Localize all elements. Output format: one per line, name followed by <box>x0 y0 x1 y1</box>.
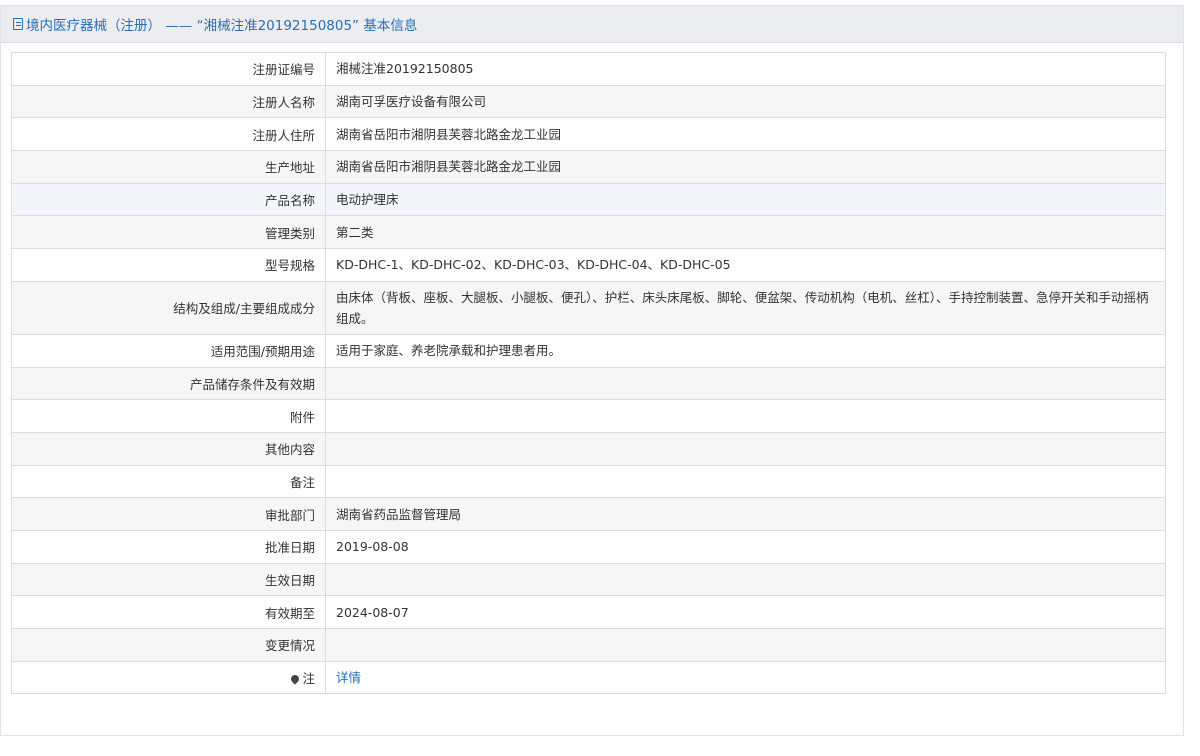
info-table: 注册证编号 湘械注准20192150805 注册人名称 湖南可孚医疗设备有限公司… <box>11 52 1166 695</box>
row-label: 其他内容 <box>11 431 326 466</box>
row-label: 注 <box>11 660 326 695</box>
table-row: 生产地址 湖南省岳阳市湘阴县芙蓉北路金龙工业园 <box>11 150 1166 184</box>
row-label: 结构及组成/主要组成成分 <box>11 280 326 335</box>
panel-header: 境内医疗器械（注册） —— “湘械注准20192150805” 基本信息 <box>1 6 1183 43</box>
row-label: 产品储存条件及有效期 <box>11 366 326 401</box>
row-value: 湖南可孚医疗设备有限公司 <box>325 84 1166 119</box>
table-row: 注册人住所 湖南省岳阳市湘阴县芙蓉北路金龙工业园 <box>11 117 1166 152</box>
row-label: 生效日期 <box>11 562 326 597</box>
row-label: 注册证编号 <box>11 52 326 86</box>
table-row: 型号规格 KD-DHC-1、KD-DHC-02、KD-DHC-03、KD-DHC… <box>11 248 1166 282</box>
row-label: 管理类别 <box>11 215 326 250</box>
table-row: 生效日期 <box>11 562 1166 597</box>
row-value: 电动护理床 <box>325 182 1166 217</box>
table-row: 审批部门 湖南省药品监督管理局 <box>11 497 1166 531</box>
row-value: 适用于家庭、养老院承载和护理患者用。 <box>325 333 1166 368</box>
table-row: 备注 <box>11 464 1166 499</box>
table-row: 变更情况 <box>11 628 1166 662</box>
table-row: 有效期至 2024-08-07 <box>11 595 1166 629</box>
page-title: 境内医疗器械（注册） —— “湘械注准20192150805” 基本信息 <box>26 18 418 34</box>
row-value: 第二类 <box>325 215 1166 250</box>
row-label: 审批部门 <box>11 497 326 531</box>
row-label: 备注 <box>11 464 326 499</box>
row-value: 2019-08-08 <box>325 529 1166 564</box>
table-row: 附件 <box>11 399 1166 433</box>
row-label: 变更情况 <box>11 628 326 662</box>
row-label: 产品名称 <box>11 182 326 217</box>
table-row-note: 注 详情 <box>11 660 1166 695</box>
row-label: 附件 <box>11 399 326 433</box>
table-row: 产品储存条件及有效期 <box>11 366 1166 401</box>
row-value: 详情 <box>325 660 1166 695</box>
document-icon <box>13 18 23 30</box>
pin-icon <box>289 673 302 685</box>
row-value: KD-DHC-1、KD-DHC-02、KD-DHC-03、KD-DHC-04、K… <box>325 248 1166 282</box>
row-label: 批准日期 <box>11 529 326 564</box>
table-row: 批准日期 2019-08-08 <box>11 529 1166 564</box>
row-value: 湘械注准20192150805 <box>325 52 1166 86</box>
row-value: 2024-08-07 <box>325 595 1166 629</box>
row-value <box>325 628 1166 662</box>
table-row: 结构及组成/主要组成成分 由床体（背板、座板、大腿板、小腿板、便孔）、护栏、床头… <box>11 280 1166 335</box>
table-row: 注册证编号 湘械注准20192150805 <box>11 52 1166 86</box>
details-link[interactable]: 详情 <box>336 670 361 685</box>
row-label: 注册人名称 <box>11 84 326 119</box>
row-label: 有效期至 <box>11 595 326 629</box>
row-label: 生产地址 <box>11 150 326 184</box>
row-label: 适用范围/预期用途 <box>11 333 326 368</box>
row-value: 湖南省岳阳市湘阴县芙蓉北路金龙工业园 <box>325 150 1166 184</box>
note-label: 注 <box>302 671 315 687</box>
table-row: 其他内容 <box>11 431 1166 466</box>
row-value <box>325 431 1166 466</box>
row-value <box>325 366 1166 401</box>
row-value <box>325 464 1166 499</box>
row-value: 由床体（背板、座板、大腿板、小腿板、便孔）、护栏、床头床尾板、脚轮、便盆架、传动… <box>325 280 1166 335</box>
table-row: 注册人名称 湖南可孚医疗设备有限公司 <box>11 84 1166 119</box>
table-row: 产品名称 电动护理床 <box>11 182 1166 217</box>
row-value <box>325 562 1166 597</box>
row-value <box>325 399 1166 433</box>
table-row: 管理类别 第二类 <box>11 215 1166 250</box>
row-value: 湖南省药品监督管理局 <box>325 497 1166 531</box>
row-label: 型号规格 <box>11 248 326 282</box>
row-label: 注册人住所 <box>11 117 326 152</box>
table-row: 适用范围/预期用途 适用于家庭、养老院承载和护理患者用。 <box>11 333 1166 368</box>
row-value: 湖南省岳阳市湘阴县芙蓉北路金龙工业园 <box>325 117 1166 152</box>
